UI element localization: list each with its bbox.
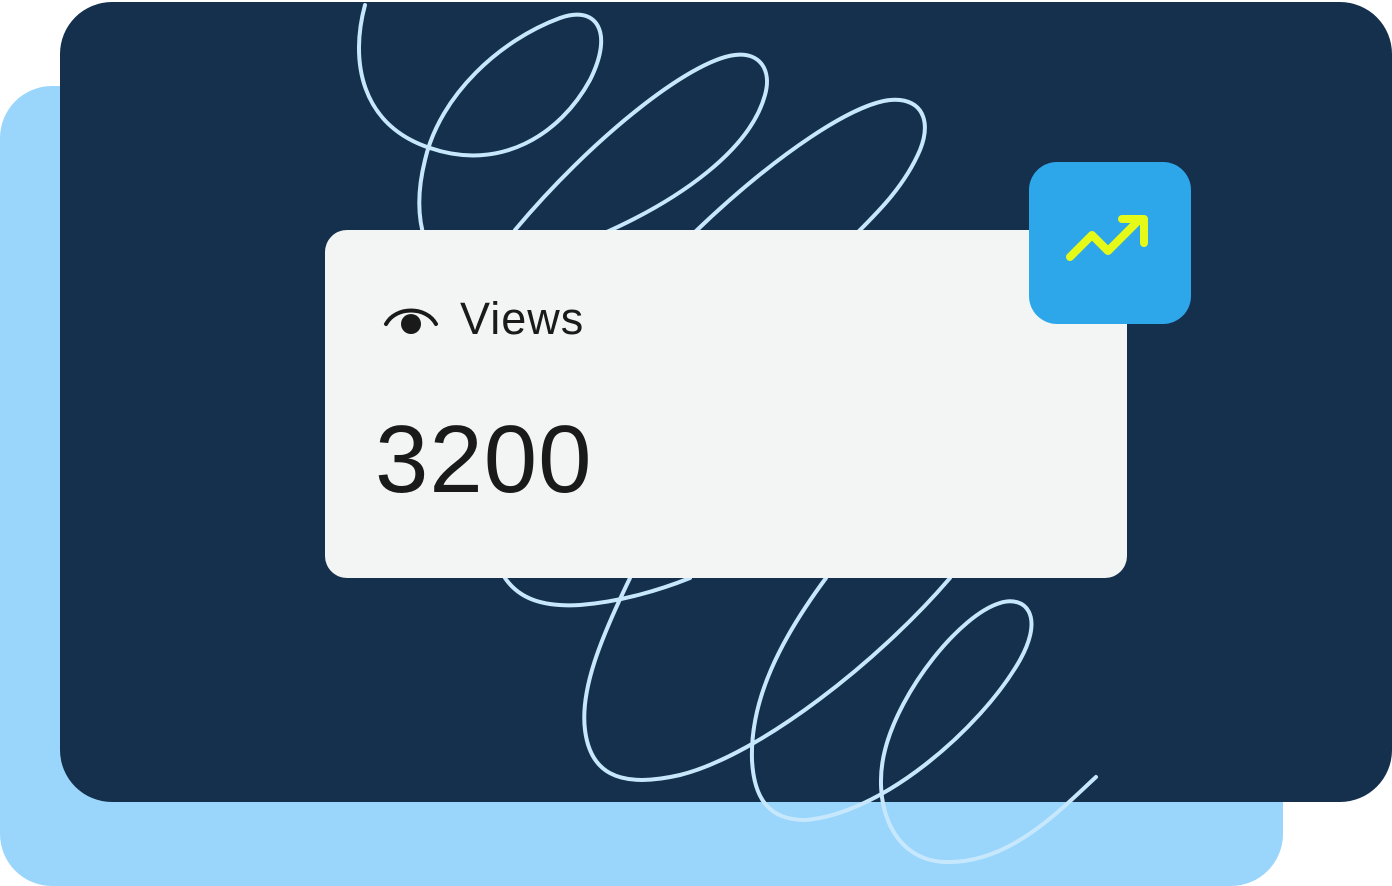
illustration: Views 3200 (0, 0, 1392, 886)
eye-icon (384, 308, 438, 334)
views-card: Views 3200 (325, 230, 1127, 578)
trending-up-icon (1066, 215, 1148, 261)
views-count: 3200 (375, 406, 593, 513)
views-label: Views (460, 293, 585, 344)
trend-badge (1029, 162, 1191, 324)
card-header: Views (382, 296, 584, 341)
